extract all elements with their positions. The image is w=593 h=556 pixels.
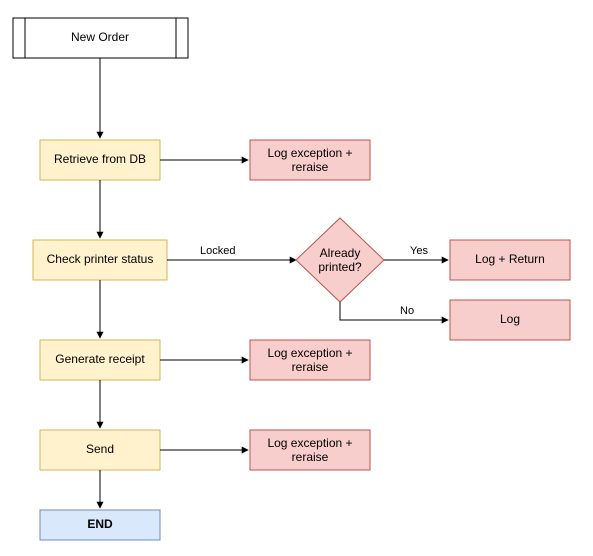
edge-label-yes: Yes (410, 245, 428, 257)
node-new-order: New Order (13, 18, 188, 58)
node-retrieve-error-label2: reraise (292, 160, 329, 174)
node-retrieve-db: Retrieve from DB (40, 140, 160, 180)
node-retrieve-error-label1: Log exception + (267, 146, 352, 160)
edge-printed-no (340, 302, 448, 320)
node-log-label: Log (500, 312, 520, 326)
node-already-printed-label2: printed? (318, 260, 362, 274)
node-generate-error-label2: reraise (292, 360, 329, 374)
node-send-error-label1: Log exception + (267, 436, 352, 450)
node-generate-error: Log exception + reraise (250, 340, 370, 380)
node-generate-error-label1: Log exception + (267, 346, 352, 360)
node-log-return-label: Log + Return (475, 252, 545, 266)
node-new-order-label: New Order (71, 30, 129, 44)
node-send-error-label2: reraise (292, 450, 329, 464)
node-check-printer: Check printer status (33, 240, 167, 280)
node-end: END (40, 510, 160, 540)
edge-label-locked: Locked (200, 245, 235, 257)
node-retrieve-db-label: Retrieve from DB (54, 152, 146, 166)
node-generate-receipt: Generate receipt (40, 340, 160, 380)
edge-label-no: No (400, 305, 414, 317)
node-already-printed: Already printed? (296, 218, 384, 302)
node-already-printed-label1: Already (320, 246, 361, 260)
node-log-return: Log + Return (450, 240, 570, 280)
node-send: Send (40, 430, 160, 470)
node-check-printer-label: Check printer status (47, 252, 154, 266)
node-retrieve-error: Log exception + reraise (250, 140, 370, 180)
node-end-label: END (87, 517, 113, 531)
node-generate-receipt-label: Generate receipt (55, 352, 145, 366)
node-send-label: Send (86, 442, 114, 456)
node-send-error: Log exception + reraise (250, 430, 370, 470)
node-log: Log (450, 300, 570, 340)
flowchart-diagram: New Order Retrieve from DB Log exception… (0, 0, 593, 556)
